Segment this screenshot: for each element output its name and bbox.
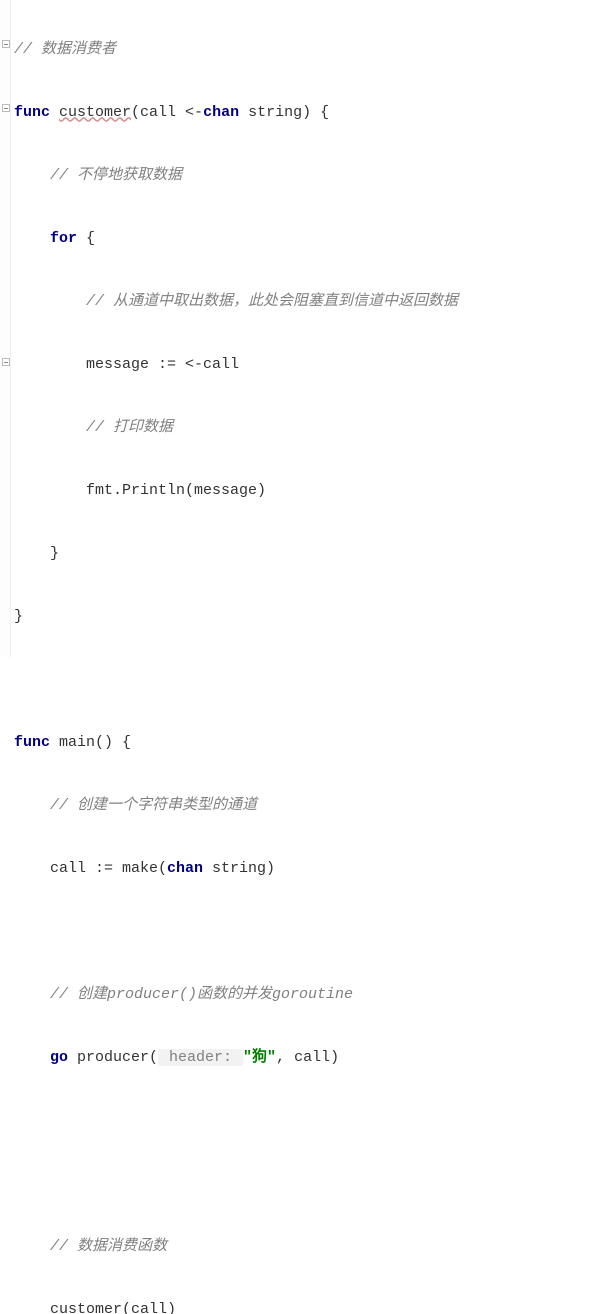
code-text: customer(call) [50,1301,176,1314]
param-hint: header: [158,1049,243,1066]
comment: // 打印数据 [86,419,173,436]
comment: // 创建producer()函数的并发goroutine [50,986,353,1003]
fold-marker[interactable] [2,104,10,112]
code-text: (call <- [131,104,203,121]
keyword-go: go [50,1049,68,1066]
comment: // 不停地获取数据 [50,167,182,184]
fold-marker[interactable] [2,40,10,48]
code-text: string) { [239,104,329,121]
brace-close: } [14,608,23,625]
keyword-func: func [14,734,50,751]
code-text: message := <-call [86,356,239,373]
code-text: , call) [276,1049,339,1066]
fold-marker[interactable] [2,358,10,366]
func-name-customer: customer [59,104,131,121]
keyword-chan: chan [167,860,203,877]
comment: // 数据消费者 [14,41,116,58]
code-text: () { [95,734,131,751]
keyword-chan: chan [203,104,239,121]
code-editor[interactable]: // 数据消费者 func customer(call <-chan strin… [0,0,616,1314]
func-name-main: main [59,734,95,751]
comment: // 创建一个字符串类型的通道 [50,797,257,814]
code-text: producer( [68,1049,158,1066]
code-text: call := make( [50,860,167,877]
keyword-func: func [14,104,50,121]
gutter [0,0,11,657]
string-literal: "狗" [243,1049,276,1066]
comment: // 数据消费函数 [50,1238,167,1255]
brace-close: } [50,545,59,562]
code-text: { [77,230,95,247]
comment: // 从通道中取出数据，此处会阻塞直到信道中返回数据 [86,293,458,310]
keyword-for: for [50,230,77,247]
code-text: string) [203,860,275,877]
code-text: fmt.Println(message) [86,482,266,499]
